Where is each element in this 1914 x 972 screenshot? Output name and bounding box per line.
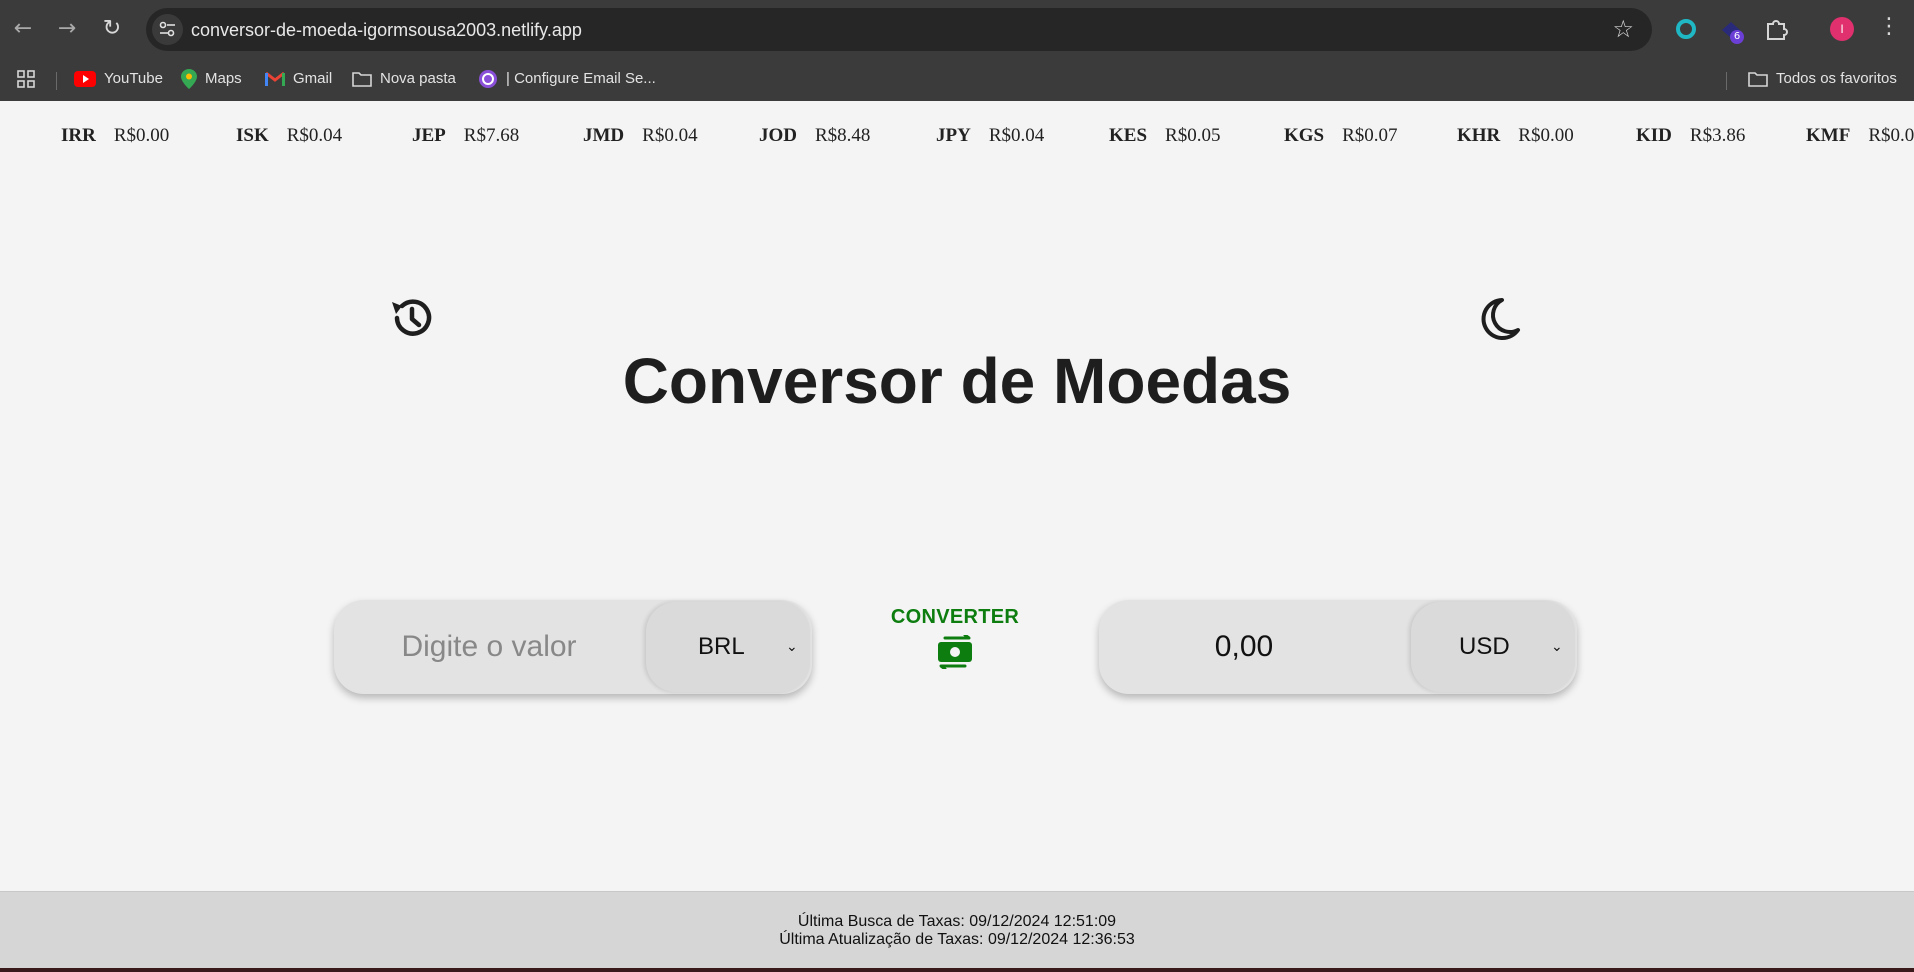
- bookmark-configure-email[interactable]: | Configure Email Se...: [478, 67, 656, 91]
- gmail-icon: [265, 71, 285, 86]
- bookmark-youtube[interactable]: YouTube: [74, 67, 163, 91]
- bookmark-gmail[interactable]: Gmail: [265, 67, 332, 91]
- history-icon[interactable]: [388, 294, 436, 342]
- folder-icon: [1748, 72, 1768, 87]
- from-amount-group: BRL ⌄: [334, 600, 812, 694]
- reload-icon[interactable]: ↻: [97, 14, 127, 44]
- chevron-down-icon: ⌄: [786, 639, 798, 655]
- youtube-icon: [74, 71, 96, 87]
- page-title: Conversor de Moedas: [622, 345, 1292, 417]
- extensions-puzzle-icon[interactable]: [1763, 16, 1789, 42]
- browser-toolbar: ← → ↻ conversor-de-moeda-igormsousa2003.…: [0, 0, 1914, 58]
- all-bookmarks[interactable]: Todos os favoritos: [1748, 67, 1897, 91]
- to-amount-group: 0,00 USD ⌄: [1099, 600, 1577, 694]
- to-currency-select[interactable]: USD ⌄: [1411, 602, 1575, 692]
- profile-avatar[interactable]: I: [1830, 17, 1854, 41]
- from-currency-select[interactable]: BRL ⌄: [646, 602, 810, 692]
- convert-button[interactable]: CONVERTER: [884, 606, 1026, 686]
- from-currency-value: BRL: [698, 633, 745, 660]
- ticker-item: JMD R$0.04: [583, 125, 698, 146]
- maps-icon: [181, 69, 197, 89]
- to-currency-value: USD: [1459, 633, 1510, 660]
- converted-value: 0,00: [1214, 630, 1274, 663]
- ticker-item: JPY R$0.04: [936, 125, 1045, 146]
- bookmark-star-icon[interactable]: ☆: [1612, 15, 1634, 43]
- bookmark-label: | Configure Email Se...: [506, 70, 656, 87]
- footer: Última Busca de Taxas: 09/12/2024 12:51:…: [0, 891, 1914, 972]
- extension-circle-icon[interactable]: [1673, 16, 1699, 42]
- site-info-icon[interactable]: [152, 14, 183, 45]
- ticker-item: KHR R$0.00: [1457, 125, 1574, 146]
- browser-menu-icon[interactable]: ⋮: [1878, 14, 1900, 39]
- ticker-item: IRR R$0.00: [61, 125, 170, 146]
- bookmarks-bar: YouTube Maps Gmail Nova pasta | Configur…: [0, 58, 1914, 101]
- bookmark-nova-pasta[interactable]: Nova pasta: [352, 67, 456, 91]
- bookmark-separator: [1726, 72, 1727, 90]
- amount-input[interactable]: [334, 600, 644, 694]
- ticker-item: ISK R$0.04: [236, 125, 343, 146]
- ticker-item: KID R$3.86: [1636, 125, 1746, 146]
- bookmark-maps[interactable]: Maps: [181, 67, 242, 91]
- ticker-item: JEP R$7.68: [412, 125, 520, 146]
- window-bottom-edge: [0, 968, 1914, 972]
- extension-count-badge: 6: [1730, 30, 1744, 44]
- last-fetch-text: Última Busca de Taxas: 09/12/2024 12:51:…: [797, 913, 1117, 930]
- money-exchange-icon: [938, 635, 972, 669]
- bookmark-label: Maps: [205, 70, 242, 87]
- bookmark-label: Nova pasta: [380, 70, 456, 87]
- ticker-item: KGS R$0.07: [1284, 125, 1398, 146]
- all-bookmarks-label: Todos os favoritos: [1776, 70, 1897, 87]
- site-icon: [479, 70, 497, 88]
- ticker-item: KES R$0.05: [1109, 125, 1221, 146]
- forward-arrow-icon[interactable]: →: [52, 14, 82, 44]
- bookmark-separator: [56, 72, 57, 90]
- ticker-item: KMF R$0.0: [1806, 125, 1914, 146]
- back-arrow-icon[interactable]: ←: [8, 14, 38, 44]
- chevron-down-icon: ⌄: [1551, 639, 1563, 655]
- address-bar[interactable]: conversor-de-moeda-igormsousa2003.netlif…: [146, 8, 1652, 51]
- extension-badge-icon[interactable]: 6: [1718, 16, 1744, 44]
- folder-icon: [352, 72, 372, 87]
- apps-grid-icon[interactable]: [16, 67, 36, 91]
- ticker-item: JOD R$8.48: [759, 125, 871, 146]
- url-text[interactable]: conversor-de-moeda-igormsousa2003.netlif…: [191, 20, 582, 41]
- bookmark-label: YouTube: [104, 70, 163, 87]
- moon-icon[interactable]: [1476, 296, 1522, 342]
- bookmark-label: Gmail: [293, 70, 333, 87]
- last-update-text: Última Atualização de Taxas: 09/12/2024 …: [779, 931, 1135, 948]
- convert-label: CONVERTER: [890, 606, 1020, 628]
- currency-ticker: ) IRRR$0.00 ISKR$0.04 JEPR$7.68 JMDR$0.0…: [0, 101, 1914, 175]
